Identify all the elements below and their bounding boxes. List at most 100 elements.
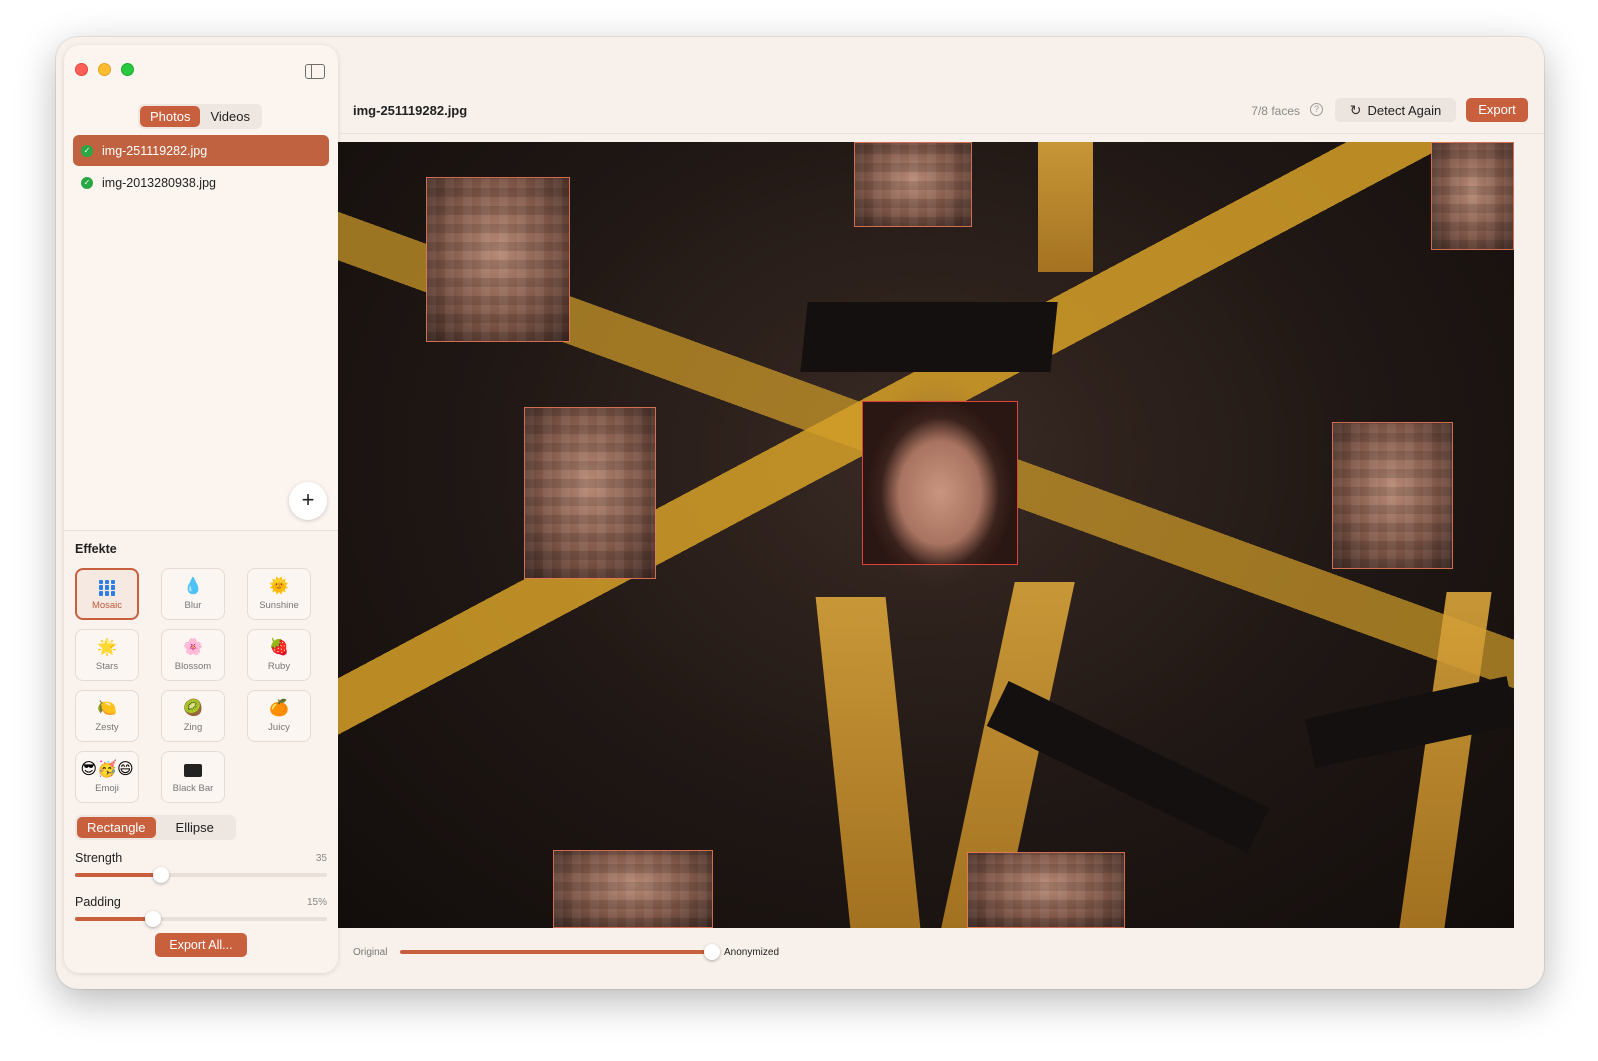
orange-icon: 🍊 bbox=[269, 700, 289, 717]
mosaic-face bbox=[1333, 423, 1452, 568]
effect-blossom[interactable]: 🌸 Blossom bbox=[161, 629, 225, 681]
tab-ellipse[interactable]: Ellipse bbox=[156, 817, 234, 838]
effect-label: Juicy bbox=[268, 722, 290, 733]
mosaic-face bbox=[525, 408, 655, 578]
effect-ruby[interactable]: 🍓 Ruby bbox=[247, 629, 311, 681]
effect-label: Emoji bbox=[95, 783, 119, 794]
droplet-icon: 💧 bbox=[183, 578, 203, 595]
strength-value: 35 bbox=[315, 853, 327, 864]
window-controls bbox=[75, 63, 134, 76]
face-box[interactable] bbox=[1332, 422, 1453, 569]
mosaic-face bbox=[855, 143, 971, 226]
star-icon: 🌟 bbox=[97, 639, 117, 656]
effect-label: Ruby bbox=[267, 661, 291, 672]
original-label: Original bbox=[353, 947, 388, 958]
image-canvas[interactable] bbox=[338, 142, 1514, 928]
effect-label: Sunshine bbox=[259, 600, 299, 611]
lemon-icon: 🍋 bbox=[97, 700, 117, 717]
compare-slider[interactable] bbox=[400, 944, 720, 960]
add-file-button[interactable]: + bbox=[289, 482, 327, 520]
padding-slider-fill bbox=[75, 917, 154, 921]
face-box[interactable] bbox=[1431, 142, 1514, 250]
effect-black-bar[interactable]: Black Bar bbox=[161, 751, 225, 803]
sun-icon: 🌞 bbox=[269, 578, 289, 595]
zoom-button[interactable] bbox=[121, 63, 134, 76]
mosaic-face bbox=[968, 853, 1124, 927]
compare-bar: Original Anonymized bbox=[338, 928, 1544, 973]
effect-mosaic[interactable]: Mosaic bbox=[75, 568, 139, 620]
face-box[interactable] bbox=[524, 407, 656, 579]
detect-again-label: Detect Again bbox=[1367, 102, 1442, 118]
mosaic-face bbox=[427, 178, 569, 341]
effect-stars[interactable]: 🌟 Stars bbox=[75, 629, 139, 681]
export-button[interactable]: Export bbox=[1466, 98, 1528, 122]
effect-juicy[interactable]: 🍊 Juicy bbox=[247, 690, 311, 742]
tab-rectangle[interactable]: Rectangle bbox=[77, 817, 156, 838]
anonymized-label: Anonymized bbox=[724, 947, 780, 958]
detect-again-button[interactable]: ↻ Detect Again bbox=[1335, 98, 1456, 122]
mosaic-face bbox=[1432, 143, 1513, 249]
help-icon[interactable]: ? bbox=[1310, 103, 1323, 116]
file-item-img-2013280938[interactable]: ✓ img-2013280938.jpg bbox=[73, 167, 329, 198]
close-button[interactable] bbox=[75, 63, 88, 76]
faces-count: 7/8 faces bbox=[1251, 104, 1300, 118]
sidebar-toggle-icon[interactable] bbox=[305, 64, 325, 79]
effects-grid: Mosaic 💧 Blur 🌞 Sunshine 🌟 Stars 🌸 Bloss… bbox=[75, 568, 311, 803]
mosaic-icon bbox=[99, 579, 115, 596]
tab-videos[interactable]: Videos bbox=[200, 106, 260, 127]
effect-zesty[interactable]: 🍋 Zesty bbox=[75, 690, 139, 742]
padding-slider[interactable] bbox=[75, 911, 327, 927]
emoji-faces-icon: 😎🥳😄 bbox=[80, 761, 134, 778]
blossom-icon: 🌸 bbox=[183, 639, 203, 656]
refresh-icon: ↻ bbox=[1349, 101, 1362, 118]
effect-label: Black Bar bbox=[172, 782, 214, 794]
effect-zing[interactable]: 🥝 Zing bbox=[161, 690, 225, 742]
effect-emoji[interactable]: 😎🥳😄 Emoji bbox=[75, 751, 139, 803]
file-name: img-251119282.jpg bbox=[102, 143, 208, 158]
file-item-img-251119282[interactable]: ✓ img-251119282.jpg bbox=[73, 135, 329, 166]
file-name: img-2013280938.jpg bbox=[102, 175, 216, 190]
black-bar-icon bbox=[184, 763, 202, 777]
compare-slider-thumb[interactable] bbox=[704, 944, 720, 960]
app-window: Photos Videos ✓ img-251119282.jpg ✓ img-… bbox=[56, 37, 1544, 989]
effects-heading: Effekte bbox=[75, 542, 117, 556]
shape-segmented-control: Rectangle Ellipse bbox=[75, 815, 236, 840]
media-type-segmented-control: Photos Videos bbox=[138, 104, 262, 129]
strength-label: Strength bbox=[75, 851, 123, 865]
tab-photos[interactable]: Photos bbox=[140, 106, 201, 127]
visible-face bbox=[863, 402, 1017, 564]
effect-label: Zesty bbox=[95, 722, 119, 733]
effect-label: Zing bbox=[183, 722, 203, 733]
effect-blur[interactable]: 💧 Blur bbox=[161, 568, 225, 620]
effect-label: Mosaic bbox=[91, 599, 123, 611]
effect-label: Blur bbox=[184, 600, 202, 611]
padding-value: 15% bbox=[306, 897, 327, 908]
graduation-cap bbox=[1305, 676, 1514, 768]
face-box[interactable] bbox=[553, 850, 713, 928]
effect-label: Stars bbox=[95, 661, 119, 672]
effect-label: Blossom bbox=[174, 661, 212, 672]
effect-sunshine[interactable]: 🌞 Sunshine bbox=[247, 568, 311, 620]
strength-slider-thumb[interactable] bbox=[152, 867, 169, 883]
document-title: img-251119282.jpg bbox=[353, 103, 468, 118]
strength-slider[interactable] bbox=[75, 867, 327, 883]
minimize-button[interactable] bbox=[98, 63, 111, 76]
export-all-button[interactable]: Export All... bbox=[155, 933, 247, 957]
face-box-unprocessed[interactable] bbox=[862, 401, 1018, 565]
padding-slider-thumb[interactable] bbox=[145, 911, 162, 927]
kiwi-icon: 🥝 bbox=[183, 700, 203, 717]
face-box[interactable] bbox=[967, 852, 1125, 928]
face-box[interactable] bbox=[426, 177, 570, 342]
padding-label: Padding bbox=[75, 895, 121, 909]
checkmark-icon: ✓ bbox=[81, 144, 93, 157]
graduation-cap bbox=[800, 302, 1058, 372]
face-box[interactable] bbox=[854, 142, 972, 227]
sidebar: Photos Videos ✓ img-251119282.jpg ✓ img-… bbox=[64, 45, 338, 973]
strength-slider-fill bbox=[75, 873, 161, 877]
mosaic-face bbox=[554, 851, 712, 927]
effects-panel: Effekte Mosaic 💧 Blur 🌞 Sunshine 🌟 Stars… bbox=[64, 530, 338, 973]
file-list: ✓ img-251119282.jpg ✓ img-2013280938.jpg bbox=[73, 135, 329, 199]
stole bbox=[815, 597, 921, 928]
toolbar: img-251119282.jpg 7/8 faces ? ↻ Detect A… bbox=[338, 37, 1544, 134]
stole bbox=[1038, 142, 1093, 272]
